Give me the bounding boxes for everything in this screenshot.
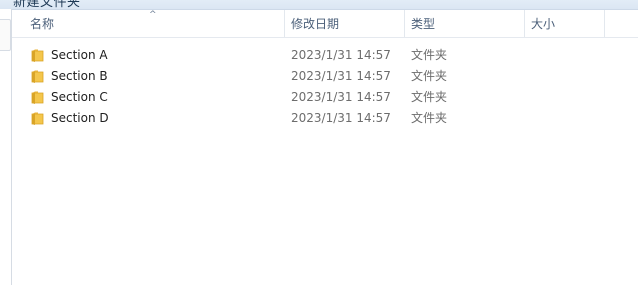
window-title: 新建文件夹: [13, 0, 81, 10]
sort-ascending-icon: ^: [149, 10, 157, 20]
folder-icon: [31, 112, 44, 125]
column-header-name[interactable]: ^ 名称: [12, 10, 285, 37]
explorer-window: 新建文件夹 ^ 名称 修改日期 类型 大小 Section A 2023/1/3…: [0, 0, 638, 285]
file-row[interactable]: Section B 2023/1/31 14:57 文件夹: [12, 66, 632, 87]
column-header-type-label: 类型: [411, 17, 436, 31]
file-row[interactable]: Section A 2023/1/31 14:57 文件夹: [12, 45, 632, 66]
column-header-modified-label: 修改日期: [291, 17, 340, 31]
column-header-type[interactable]: 类型: [405, 10, 525, 37]
file-type: 文件夹: [411, 90, 448, 104]
file-modified: 2023/1/31 14:57: [291, 111, 391, 125]
file-type: 文件夹: [411, 69, 448, 83]
file-row[interactable]: Section D 2023/1/31 14:57 文件夹: [12, 108, 632, 129]
file-type: 文件夹: [411, 111, 448, 125]
file-name: Section A: [51, 48, 108, 62]
file-name: Section C: [51, 90, 108, 104]
window-title-bar: 新建文件夹: [0, 0, 638, 10]
folder-icon: [31, 70, 44, 83]
folder-icon: [31, 91, 44, 104]
column-header-size-label: 大小: [531, 17, 556, 31]
file-name: Section D: [51, 111, 109, 125]
file-modified: 2023/1/31 14:57: [291, 90, 391, 104]
folder-icon: [31, 49, 44, 62]
file-name: Section B: [51, 69, 108, 83]
file-type: 文件夹: [411, 48, 448, 62]
column-header-name-label: 名称: [30, 17, 55, 31]
file-modified: 2023/1/31 14:57: [291, 69, 391, 83]
file-row[interactable]: Section C 2023/1/31 14:57 文件夹: [12, 87, 632, 108]
file-modified: 2023/1/31 14:57: [291, 48, 391, 62]
column-header-modified[interactable]: 修改日期: [285, 10, 405, 37]
navigation-pane: [0, 9, 12, 285]
column-header: ^ 名称 修改日期 类型 大小: [12, 10, 638, 38]
navigation-pane-scrollbar[interactable]: [0, 19, 11, 51]
column-header-size[interactable]: 大小: [525, 10, 605, 37]
